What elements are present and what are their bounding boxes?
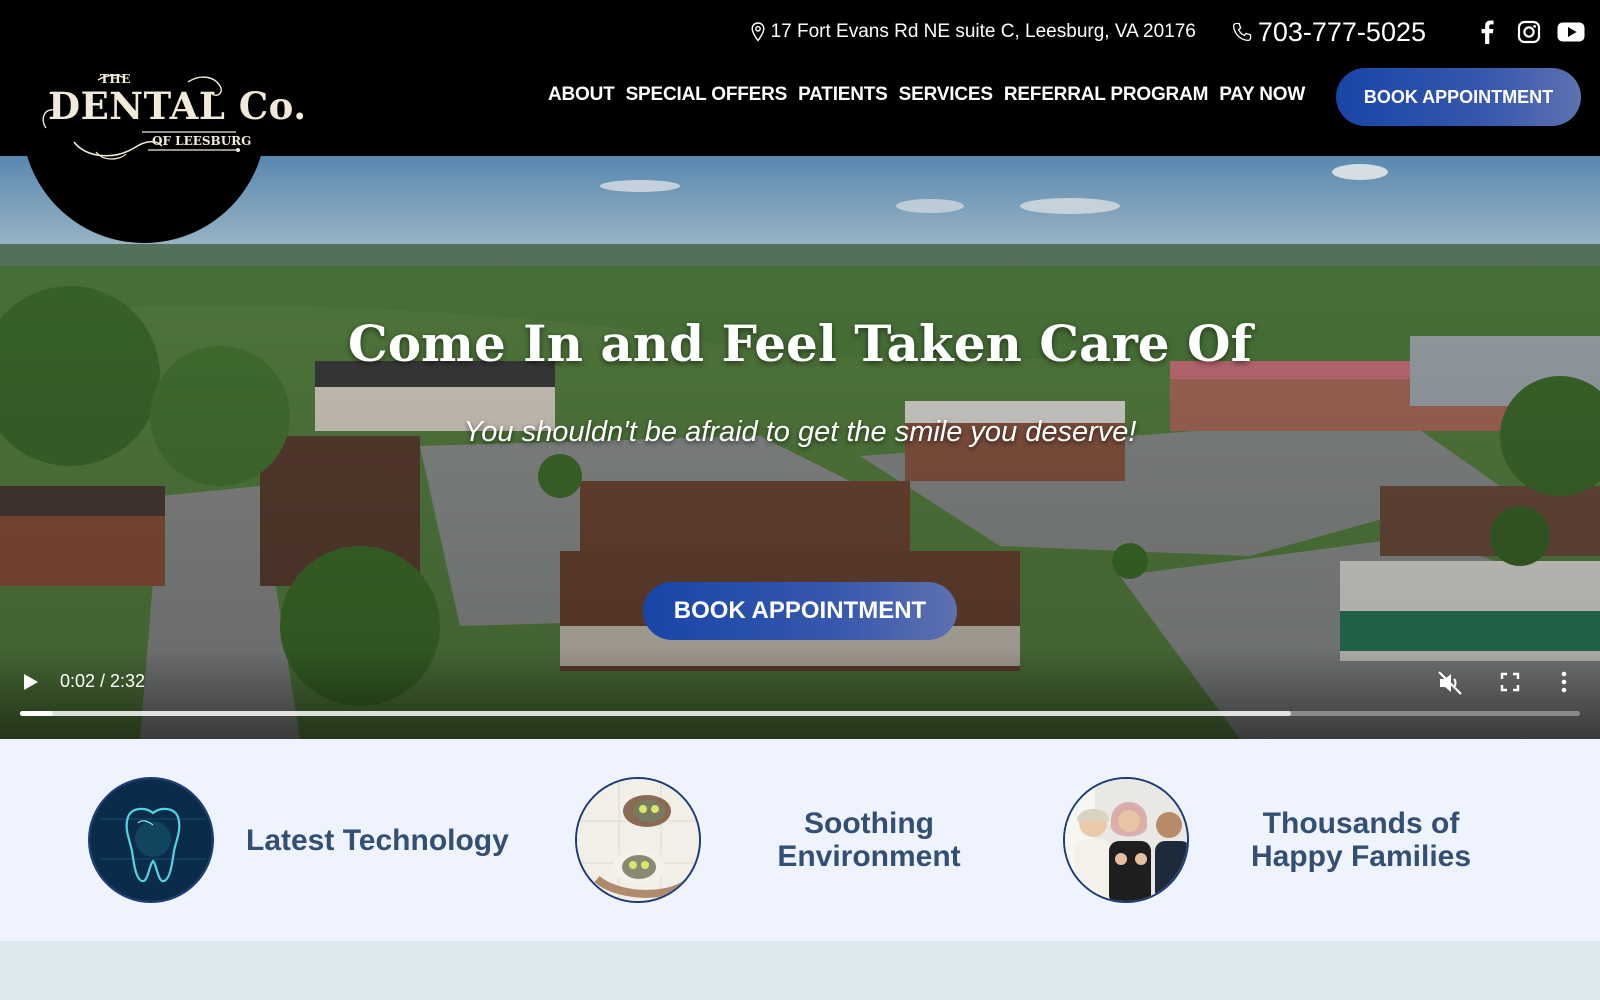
- hero-book-appointment-button[interactable]: BOOK APPOINTMENT: [643, 582, 957, 640]
- social-links: [1460, 17, 1586, 47]
- next-section-background: [0, 941, 1600, 1000]
- video-played: [20, 711, 53, 716]
- map-pin-icon: [751, 22, 765, 42]
- hero-title: Come In and Feel Taken Care Of: [347, 314, 1253, 373]
- facebook-icon[interactable]: [1472, 17, 1502, 47]
- nav-about[interactable]: ABOUT: [548, 84, 615, 106]
- happy-family-image: [1063, 777, 1189, 903]
- feature-latest-technology: Latest Technology: [88, 777, 518, 903]
- phone-number: 703-777-5025: [1257, 16, 1426, 47]
- more-options-icon[interactable]: [1558, 669, 1570, 695]
- main-nav: ABOUT SPECIAL OFFERS PATIENTS SERVICES R…: [548, 84, 1316, 106]
- logo[interactable]: THE DENTAL Co. OF LEESBURG: [22, 0, 306, 243]
- feature-happy-families: Thousands of Happy Families: [1063, 777, 1481, 903]
- video-controls: 0:02 / 2:32: [0, 649, 1600, 739]
- feature-label-happy-families: Thousands of Happy Families: [1241, 807, 1481, 873]
- feature-label-line1: Thousands of: [1262, 807, 1460, 840]
- logo-sub: OF LEESBURG: [152, 134, 252, 148]
- phone-link[interactable]: 703-777-5025: [1232, 17, 1426, 48]
- feature-label-line2: Happy Families: [1250, 840, 1472, 873]
- feature-label-line1: Latest Technology: [246, 823, 509, 857]
- feature-label-soothing-environment: Soothing Environment: [749, 807, 989, 873]
- video-progress-bar[interactable]: [20, 711, 1580, 716]
- spa-facial-image: [575, 777, 701, 903]
- video-time: 0:02 / 2:32: [60, 671, 146, 691]
- contact-bar: 17 Fort Evans Rd NE suite C, Leesburg, V…: [751, 14, 1586, 50]
- nav-patients[interactable]: PATIENTS: [798, 84, 888, 106]
- phone-icon: [1232, 22, 1251, 42]
- fullscreen-icon[interactable]: [1497, 669, 1523, 695]
- hero-video[interactable]: Come In and Feel Taken Care Of You shoul…: [0, 156, 1600, 739]
- feature-label-line1: Soothing: [804, 807, 934, 840]
- address-text: 17 Fort Evans Rd NE suite C, Leesburg, V…: [770, 21, 1196, 42]
- nav-services[interactable]: SERVICES: [899, 84, 993, 106]
- play-icon[interactable]: [22, 672, 40, 692]
- features-strip: Latest Technology Soothing Environment T…: [0, 739, 1600, 941]
- instagram-icon[interactable]: [1514, 17, 1544, 47]
- nav-referral-program[interactable]: REFERRAL PROGRAM: [1004, 84, 1209, 106]
- hero-subtitle: You shouldn't be afraid to get the smile…: [463, 416, 1137, 448]
- video-buffered: [20, 711, 1292, 716]
- address-link[interactable]: 17 Fort Evans Rd NE suite C, Leesburg, V…: [751, 21, 1196, 43]
- feature-label-line2: Environment: [777, 840, 961, 873]
- logo-text: THE DENTAL Co. OF LEESBURG: [22, 0, 306, 160]
- nav-pay-now[interactable]: PAY NOW: [1219, 84, 1305, 106]
- header-book-appointment-button[interactable]: BOOK APPOINTMENT: [1336, 68, 1581, 126]
- youtube-icon[interactable]: [1556, 17, 1586, 47]
- feature-label-latest-technology: Latest Technology: [246, 824, 518, 857]
- feature-soothing-environment: Soothing Environment: [575, 777, 989, 903]
- muted-speaker-icon[interactable]: [1436, 669, 1464, 697]
- logo-main: DENTAL Co.: [48, 84, 307, 128]
- tooth-technology-image: [88, 777, 214, 903]
- nav-special-offers[interactable]: SPECIAL OFFERS: [626, 84, 788, 106]
